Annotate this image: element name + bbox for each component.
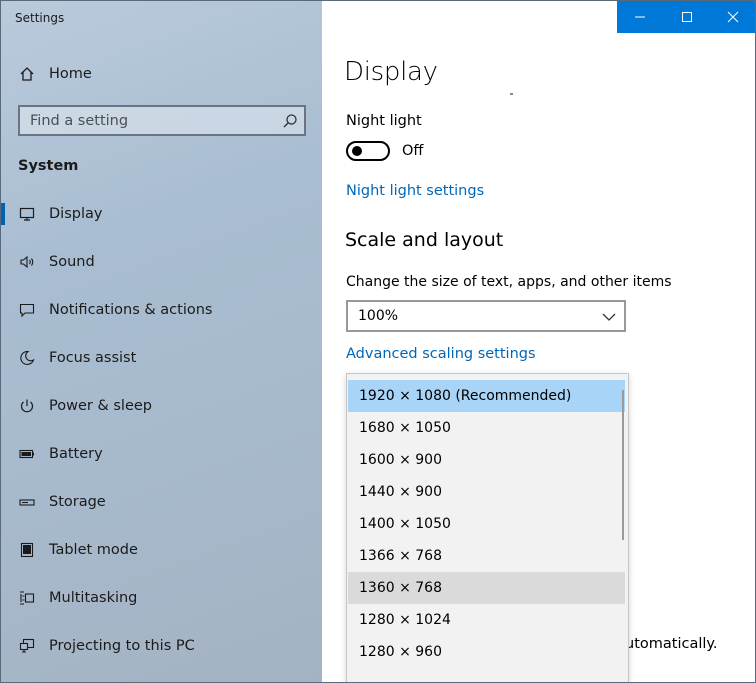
- minimize-icon: [635, 16, 646, 18]
- sidebar-item-sound[interactable]: Sound: [1, 242, 322, 282]
- night-light-state: Off: [402, 143, 424, 159]
- speaker-icon: [18, 253, 36, 271]
- battery-icon: [18, 445, 36, 463]
- storage-icon: [18, 493, 36, 511]
- notification-icon: [18, 301, 36, 319]
- home-link[interactable]: Home: [1, 54, 322, 94]
- resolution-option[interactable]: 1400 × 1050: [348, 508, 625, 540]
- scale-layout-heading: Scale and layout: [345, 229, 504, 251]
- sidebar-item-label: Multitasking: [49, 590, 138, 606]
- resolution-option[interactable]: 1600 × 900: [348, 444, 625, 476]
- search-box[interactable]: [18, 105, 306, 136]
- scale-dropdown[interactable]: 100%: [346, 300, 626, 332]
- sidebar-item-label: Focus assist: [49, 350, 137, 366]
- close-icon: [728, 11, 739, 23]
- settings-window: Settings Home System Display Sound: [0, 0, 756, 683]
- toggle-knob: [352, 146, 362, 156]
- sidebar-item-storage[interactable]: Storage: [1, 482, 322, 522]
- sidebar-item-label: Tablet mode: [49, 542, 138, 558]
- scale-label: Change the size of text, apps, and other…: [346, 274, 672, 290]
- resolution-option[interactable]: 1440 × 900: [348, 476, 625, 508]
- scrollbar[interactable]: [622, 390, 624, 540]
- resolution-dropdown-list[interactable]: 1920 × 1080 (Recommended) 1680 × 1050 16…: [346, 373, 629, 682]
- sidebar: Settings Home System Display Sound: [1, 1, 322, 682]
- sidebar-item-label: Power & sleep: [49, 398, 152, 414]
- night-light-label: Night light: [346, 113, 422, 129]
- page-title: Display: [344, 57, 438, 87]
- sidebar-item-power-sleep[interactable]: Power & sleep: [1, 386, 322, 426]
- multitasking-icon: [18, 589, 36, 607]
- sidebar-item-notifications[interactable]: Notifications & actions: [1, 290, 322, 330]
- app-title: Settings: [15, 11, 65, 25]
- projecting-icon: [18, 637, 36, 655]
- sidebar-item-label: Display: [49, 206, 103, 222]
- resolution-option[interactable]: 1360 × 768: [348, 572, 625, 604]
- moon-icon: [18, 349, 36, 367]
- divider: [510, 93, 513, 95]
- resolution-option[interactable]: 1920 × 1080 (Recommended): [348, 380, 625, 412]
- home-label: Home: [49, 66, 92, 82]
- night-light-settings-link[interactable]: Night light settings: [346, 183, 484, 199]
- tablet-icon: [18, 541, 36, 559]
- resolution-option[interactable]: 1680 × 1050: [348, 412, 625, 444]
- maximize-button[interactable]: [664, 1, 711, 33]
- partial-description: utomatically.: [625, 636, 718, 652]
- sidebar-item-label: Projecting to this PC: [49, 638, 195, 654]
- maximize-icon: [681, 12, 692, 22]
- scale-value: 100%: [358, 308, 399, 324]
- chevron-down-icon: [602, 309, 616, 323]
- sidebar-item-label: Storage: [49, 494, 106, 510]
- sidebar-item-tablet-mode[interactable]: Tablet mode: [1, 530, 322, 570]
- home-icon: [18, 65, 36, 83]
- sidebar-item-label: Battery: [49, 446, 103, 462]
- search-icon[interactable]: [282, 113, 298, 129]
- section-header-system: System: [18, 158, 79, 174]
- minimize-button[interactable]: [617, 1, 664, 33]
- monitor-icon: [18, 205, 36, 223]
- sidebar-item-battery[interactable]: Battery: [1, 434, 322, 474]
- sidebar-item-multitasking[interactable]: Multitasking: [1, 578, 322, 618]
- sidebar-item-label: Notifications & actions: [49, 302, 213, 318]
- sidebar-item-display[interactable]: Display: [1, 194, 322, 234]
- search-input[interactable]: [20, 107, 304, 134]
- sidebar-item-focus-assist[interactable]: Focus assist: [1, 338, 322, 378]
- sidebar-item-label: Sound: [49, 254, 95, 270]
- power-icon: [18, 397, 36, 415]
- sidebar-item-projecting[interactable]: Projecting to this PC: [1, 626, 322, 666]
- close-button[interactable]: [710, 1, 755, 33]
- night-light-toggle[interactable]: [346, 141, 390, 161]
- advanced-scaling-link[interactable]: Advanced scaling settings: [346, 346, 536, 362]
- resolution-option[interactable]: 1280 × 960: [348, 636, 625, 668]
- resolution-option[interactable]: 1366 × 768: [348, 540, 625, 572]
- resolution-option[interactable]: 1280 × 1024: [348, 604, 625, 636]
- title-bar-controls: [617, 1, 755, 33]
